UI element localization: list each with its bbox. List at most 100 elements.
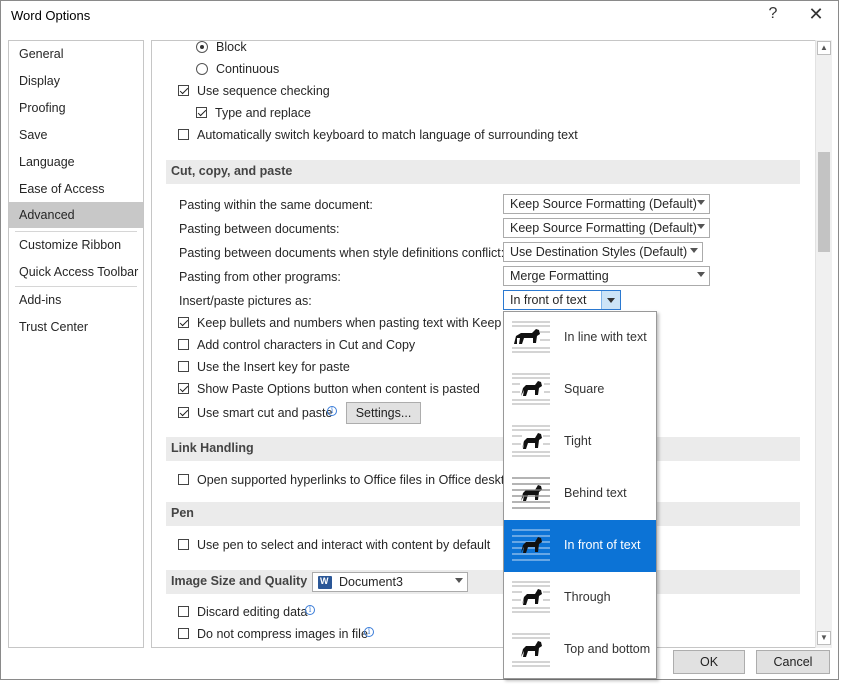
add-control-chars-checkbox[interactable] [178,339,189,350]
cancel-button[interactable]: Cancel [756,650,830,674]
sidebar-item-advanced[interactable]: Advanced [9,202,143,228]
pasting-other-programs-label: Pasting from other programs: [179,270,341,284]
radio-block-label: Block [216,40,247,54]
sidebar-item-language[interactable]: Language [9,149,143,175]
use-insert-key-checkbox[interactable] [178,361,189,372]
wrap-option-in-front-of-text[interactable]: In front of text [504,520,656,572]
wrap-option-behind-text[interactable]: Behind text [504,468,656,520]
wrap-option-top-and-bottom[interactable]: Top and bottom [504,624,656,676]
radio-continuous-label: Continuous [216,62,280,76]
scroll-up-arrow-icon[interactable]: ▲ [817,41,831,55]
wrap-option-square[interactable]: Square [504,364,656,416]
section-header-link-handling: Link Handling [166,437,800,461]
image-size-document-select[interactable]: Document3 [312,572,468,592]
scrollbar-thumb[interactable] [818,152,830,252]
keep-bullets-checkbox[interactable] [178,317,189,328]
sidebar-item-proofing[interactable]: Proofing [9,95,143,121]
wrap-option-label: In front of text [564,538,641,552]
info-icon: i [364,627,374,637]
chevron-down-icon [455,578,463,583]
select-value: Keep Source Formatting (Default) [510,197,697,211]
select-value: Use Destination Styles (Default) [510,245,688,259]
sidebar-item-quick-access-toolbar[interactable]: Quick Access Toolbar [9,259,143,285]
radio-continuous[interactable] [196,63,208,75]
sidebar-item-display[interactable]: Display [9,68,143,94]
select-value: In front of text [510,293,587,307]
help-button[interactable]: ? [763,5,783,23]
pasting-within-select[interactable]: Keep Source Formatting (Default) [503,194,710,214]
do-not-compress-checkbox[interactable] [178,628,189,639]
dialog-title: Word Options [11,8,91,23]
do-not-compress-label: Do not compress images in file [197,627,368,641]
wrap-option-label: Through [564,590,611,604]
section-title: Link Handling [171,441,254,455]
scroll-down-arrow-icon[interactable]: ▼ [817,631,831,645]
sidebar-item-add-ins[interactable]: Add-ins [9,287,143,313]
pasting-conflict-select[interactable]: Use Destination Styles (Default) [503,242,703,262]
use-sequence-checking-checkbox[interactable] [178,85,189,96]
chevron-down-icon [690,248,698,253]
wrap-style-dropdown: In line with text Square Tight Behind te… [503,311,657,679]
add-control-chars-label: Add control characters in Cut and Copy [197,338,416,352]
content-scrollbar[interactable]: ▲ ▼ [815,40,832,648]
auto-switch-keyboard-checkbox[interactable] [178,129,189,140]
pasting-between-label: Pasting between documents: [179,222,340,236]
ok-button[interactable]: OK [673,650,745,674]
chevron-down-icon [601,291,620,309]
word-document-icon [318,576,332,589]
info-icon: i [305,605,315,615]
use-insert-key-label: Use the Insert key for paste [197,360,350,374]
options-sidebar: General Display Proofing Save Language E… [8,40,144,648]
open-hyperlinks-checkbox[interactable] [178,474,189,485]
use-sequence-checking-label: Use sequence checking [197,84,330,98]
behind-text-icon [512,477,550,509]
wrap-option-label: Behind text [564,486,627,500]
section-title: Pen [171,506,194,520]
pasting-other-programs-select[interactable]: Merge Formatting [503,266,710,286]
sidebar-item-customize-ribbon[interactable]: Customize Ribbon [9,232,143,258]
pasting-between-select[interactable]: Keep Source Formatting (Default) [503,218,710,238]
wrap-option-in-line[interactable]: In line with text [504,312,656,364]
radio-block[interactable] [196,41,208,53]
inline-wrap-icon [512,321,550,353]
close-button[interactable]: ✕ [805,4,827,25]
use-smart-cut-label: Use smart cut and paste [197,406,333,420]
wrap-option-through[interactable]: Through [504,572,656,624]
use-pen-checkbox[interactable] [178,539,189,550]
discard-editing-checkbox[interactable] [178,606,189,617]
wrap-option-label: Square [564,382,605,396]
in-front-of-text-icon [512,529,550,561]
sidebar-item-general[interactable]: General [9,41,143,67]
through-wrap-icon [512,581,550,613]
section-header-pen: Pen [166,502,800,526]
sidebar-item-trust-center[interactable]: Trust Center [9,314,143,340]
insert-pictures-select[interactable]: In front of text [503,290,621,310]
info-icon: i [327,406,337,416]
section-header-image-size: Image Size and Quality [166,570,800,594]
auto-switch-keyboard-label: Automatically switch keyboard to match l… [197,128,578,142]
select-value: Keep Source Formatting (Default) [510,221,697,235]
settings-button[interactable]: Settings... [346,402,421,424]
show-paste-options-checkbox[interactable] [178,383,189,394]
wrap-option-label: Tight [564,434,592,448]
select-value: Merge Formatting [510,269,609,283]
type-and-replace-label: Type and replace [215,106,311,120]
chevron-down-icon [697,200,705,205]
pasting-conflict-label: Pasting between documents when style def… [179,246,505,260]
top-bottom-wrap-icon [512,633,550,667]
keep-bullets-label: Keep bullets and numbers when pasting te… [197,316,503,330]
show-paste-options-label: Show Paste Options button when content i… [197,382,480,396]
section-header-cut-copy-paste: Cut, copy, and paste [166,160,800,184]
pasting-within-label: Pasting within the same document: [179,198,373,212]
use-smart-cut-checkbox[interactable] [178,407,189,418]
discard-editing-label: Discard editing data [197,605,308,619]
wrap-option-tight[interactable]: Tight [504,416,656,468]
select-value: Document3 [339,575,403,589]
tight-wrap-icon [512,425,550,457]
sidebar-item-ease-of-access[interactable]: Ease of Access [9,176,143,202]
open-hyperlinks-label: Open supported hyperlinks to Office file… [197,473,503,487]
section-title: Image Size and Quality [171,574,308,588]
wrap-option-label: In line with text [564,330,647,344]
sidebar-item-save[interactable]: Save [9,122,143,148]
type-and-replace-checkbox[interactable] [196,107,207,118]
